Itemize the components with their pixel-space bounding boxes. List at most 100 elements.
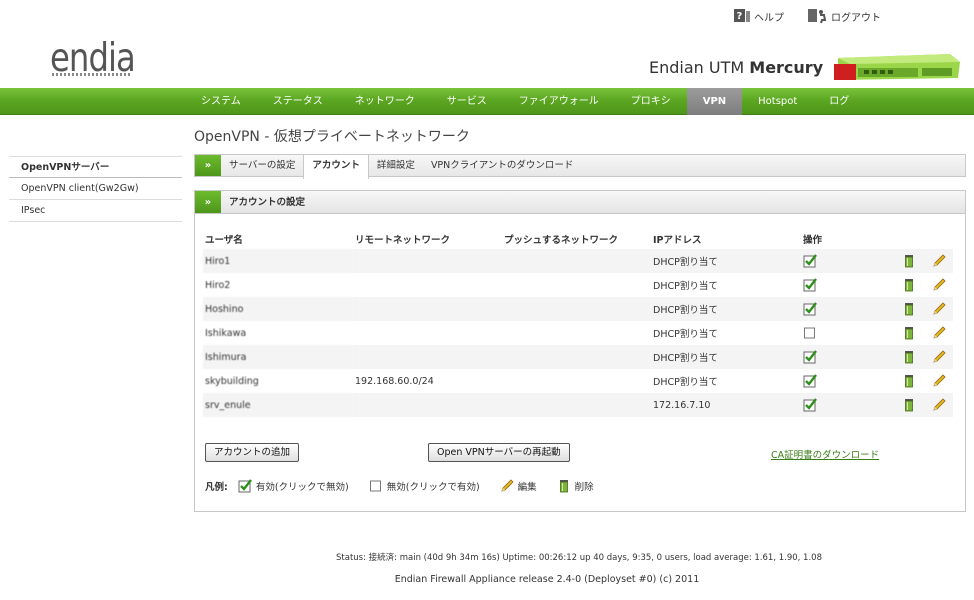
- add-account-button[interactable]: アカウントの追加: [205, 443, 300, 462]
- cell-edit[interactable]: [923, 249, 953, 273]
- cell-remote-network: [353, 249, 502, 273]
- trash-icon[interactable]: [902, 279, 916, 292]
- nav-item-0[interactable]: システム: [185, 88, 257, 115]
- legend-edit-label: 編集: [517, 482, 537, 493]
- trash-icon[interactable]: [902, 399, 916, 412]
- checked-icon[interactable]: [803, 254, 817, 268]
- pencil-icon[interactable]: [932, 350, 946, 363]
- cell-edit[interactable]: [923, 273, 953, 297]
- unchecked-icon[interactable]: [803, 327, 817, 339]
- accounts-table-body: Hiro1 DHCP割り当て Hiro2 DHCP割り当て Hoshino DHCP割り当…: [203, 249, 953, 417]
- cell-push-network: [502, 249, 651, 273]
- nav-item-4[interactable]: ファイアウォール: [503, 88, 615, 115]
- logout-link[interactable]: ログアウト: [806, 8, 881, 24]
- pencil-icon[interactable]: [932, 326, 946, 339]
- main-navbar: システム ステータス ネットワーク サービス ファイアウォール プロキシ VPN Hotspo…: [0, 88, 974, 115]
- checked-icon[interactable]: [803, 374, 817, 388]
- tab-3[interactable]: VPNクライアントのダウンロード: [423, 155, 581, 176]
- pencil-icon[interactable]: [932, 302, 946, 315]
- sidebar-item-2[interactable]: IPsec: [9, 200, 182, 222]
- cell-delete[interactable]: [893, 345, 923, 369]
- cell-edit[interactable]: [923, 369, 953, 393]
- cell-username: Hoshino: [203, 297, 353, 321]
- nav-items: システム ステータス ネットワーク サービス ファイアウォール プロキシ VPN Hotspo…: [185, 88, 865, 115]
- sidebar: OpenVPNサーバー OpenVPN client(Gw2Gw) IPsec: [9, 156, 182, 222]
- pencil-icon[interactable]: [932, 278, 946, 291]
- table-row: srv_enule 172.16.7.10: [203, 393, 953, 417]
- ca-certificate-download-link[interactable]: CA証明書のダウンロード: [771, 447, 879, 461]
- cell-username: Ishikawa: [205, 327, 247, 339]
- pencil-icon[interactable]: [932, 398, 946, 411]
- checked-icon[interactable]: [803, 278, 817, 292]
- trash-icon: [557, 479, 571, 493]
- help-label: ヘルプ: [754, 12, 784, 24]
- pencil-icon[interactable]: [932, 254, 946, 267]
- product-model: Mercury: [749, 58, 824, 77]
- col-push-network: プッシュするネットワーク: [504, 235, 619, 246]
- account-settings-panel: » アカウントの設定 ユーザ名 リモートネットワーク プッシュするネットワーク …: [194, 190, 966, 512]
- trash-icon[interactable]: [902, 375, 916, 388]
- cell-enabled-toggle[interactable]: [801, 273, 893, 297]
- svg-text:endian: endian: [50, 36, 134, 78]
- legend-edit: 編集: [500, 479, 537, 493]
- checked-icon[interactable]: [803, 302, 817, 316]
- col-remote-network: リモートネットワーク: [355, 235, 451, 246]
- cell-enabled-toggle[interactable]: [801, 297, 893, 321]
- col-ip-address: IPアドレス: [653, 235, 702, 246]
- trash-icon[interactable]: [902, 351, 916, 364]
- cell-delete[interactable]: [893, 393, 923, 417]
- cell-ip-address: DHCP割り当て: [653, 281, 718, 292]
- cell-delete[interactable]: [893, 321, 923, 345]
- trash-icon[interactable]: [902, 327, 916, 340]
- cell-edit[interactable]: [923, 393, 953, 417]
- cell-edit[interactable]: [923, 321, 953, 345]
- table-row: skybuilding 192.168.60.0/24 DHCP割り当て: [203, 369, 953, 393]
- product-name: Endian UTM Mercury: [649, 58, 823, 77]
- cell-enabled-toggle[interactable]: [801, 321, 893, 345]
- help-link[interactable]: ? ヘルプ: [733, 8, 784, 24]
- cell-enabled-toggle[interactable]: [801, 249, 893, 273]
- nav-item-8[interactable]: ログ: [813, 88, 865, 115]
- cell-delete[interactable]: [893, 273, 923, 297]
- legend: 凡例: 有効(クリックで無効) 無効(クリックで有効) 編集 削除: [205, 479, 608, 493]
- cell-username: Hiro2: [205, 279, 231, 291]
- legend-disabled-label: 無効(クリックで有効): [386, 482, 480, 493]
- footer: Endian Firewall Appliance release 2.4-0 …: [394, 574, 700, 585]
- checked-icon[interactable]: [803, 398, 817, 412]
- nav-item-2[interactable]: ネットワーク: [339, 88, 431, 115]
- tab-2[interactable]: 詳細設定: [369, 155, 423, 176]
- cell-enabled-toggle[interactable]: [801, 369, 893, 393]
- restart-openvpn-button[interactable]: Open VPNサーバーの再起動: [428, 443, 570, 462]
- panel-arrow-icon[interactable]: »: [195, 191, 221, 213]
- cell-edit[interactable]: [923, 345, 953, 369]
- cell-delete[interactable]: [893, 249, 923, 273]
- cell-ip-address: DHCP割り当て: [653, 377, 718, 388]
- nav-item-3[interactable]: サービス: [431, 88, 503, 115]
- trash-icon[interactable]: [902, 255, 916, 268]
- cell-delete[interactable]: [893, 369, 923, 393]
- endian-logo: endian: [50, 32, 155, 81]
- sidebar-item-0[interactable]: OpenVPNサーバー: [9, 156, 182, 178]
- cell-enabled-toggle[interactable]: [801, 393, 893, 417]
- endian-page: ? ヘルプ ログアウト endian Endian UTM Mercury: [0, 0, 974, 600]
- cell-enabled-toggle[interactable]: [801, 345, 893, 369]
- tab-1[interactable]: アカウント: [303, 155, 369, 179]
- help-icon: ?: [733, 8, 751, 24]
- cell-push-network: [502, 273, 651, 297]
- pencil-icon[interactable]: [932, 374, 946, 387]
- tab-arrow-icon: »: [195, 155, 221, 176]
- sidebar-item-1[interactable]: OpenVPN client(Gw2Gw): [9, 178, 182, 200]
- nav-item-5[interactable]: プロキシ: [615, 88, 687, 115]
- nav-item-1[interactable]: ステータス: [257, 88, 339, 115]
- trash-icon[interactable]: [902, 303, 916, 316]
- cell-delete[interactable]: [893, 297, 923, 321]
- cell-username: skybuilding: [205, 375, 259, 387]
- nav-item-7[interactable]: Hotspot: [742, 88, 813, 115]
- tab-0[interactable]: サーバーの設定: [221, 155, 303, 176]
- nav-item-6[interactable]: VPN: [686, 88, 743, 115]
- cell-edit[interactable]: [923, 297, 953, 321]
- checked-icon: [238, 479, 252, 493]
- accounts-table: ユーザ名 リモートネットワーク プッシュするネットワーク IPアドレス 操作 H…: [203, 229, 953, 417]
- cell-remote-network: 192.168.60.0/24: [355, 375, 434, 387]
- checked-icon[interactable]: [803, 350, 817, 364]
